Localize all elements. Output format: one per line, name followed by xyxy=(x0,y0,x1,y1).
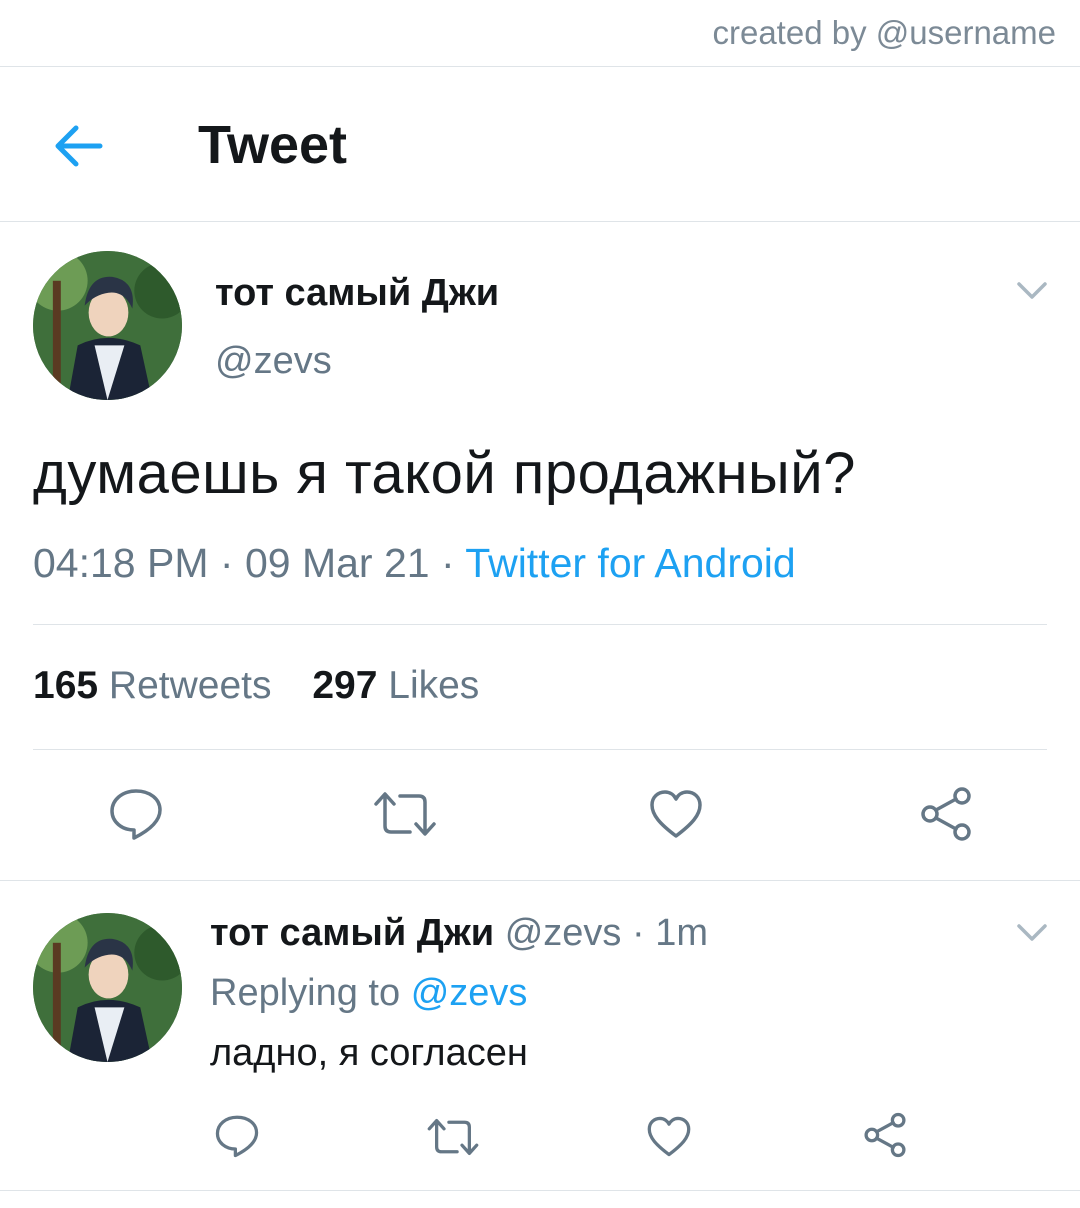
reply-retweet-button[interactable] xyxy=(426,1117,480,1157)
retweets-count: 165 xyxy=(33,664,99,707)
page-title: Tweet xyxy=(198,115,348,175)
reply-author-name[interactable]: тот самый Джи xyxy=(210,912,494,954)
retweet-icon xyxy=(427,1118,479,1155)
retweet-button[interactable] xyxy=(372,790,438,838)
replying-to-handle[interactable]: @zevs xyxy=(411,972,528,1014)
retweets-stat[interactable]: 165 Retweets xyxy=(33,664,302,707)
divider xyxy=(33,749,1047,750)
reply-author-handle[interactable]: @zevs xyxy=(505,912,622,954)
author-handle[interactable]: @zevs xyxy=(215,340,332,383)
replying-to: Replying to @zevs xyxy=(210,972,527,1015)
share-button[interactable] xyxy=(918,786,974,842)
likes-stat[interactable]: 297 Likes xyxy=(312,664,509,707)
chevron-down-icon xyxy=(1017,282,1047,299)
reply-button[interactable] xyxy=(108,787,164,841)
author-name[interactable]: тот самый Джи xyxy=(215,272,499,315)
retweets-label: Retweets xyxy=(108,664,272,707)
tweet-stats: 165 Retweets 297 Likes xyxy=(33,664,509,708)
reply-icon xyxy=(215,1115,259,1158)
tweet-date: 09 Mar 21 xyxy=(244,540,430,586)
reply-share-button[interactable] xyxy=(862,1112,908,1158)
tweet-source-link[interactable]: Twitter for Android xyxy=(465,540,795,586)
avatar-image xyxy=(33,913,182,1062)
reply-reply-button[interactable] xyxy=(214,1114,260,1158)
reply-menu-button[interactable] xyxy=(1016,922,1048,949)
like-button[interactable] xyxy=(648,788,704,840)
chevron-down-icon xyxy=(1017,924,1047,941)
avatar-image xyxy=(33,251,182,400)
tweet-text: думаешь я такой продажный? xyxy=(33,441,856,506)
divider xyxy=(33,624,1047,625)
avatar[interactable] xyxy=(33,913,182,1062)
retweet-icon xyxy=(374,792,436,836)
tweet-meta: 04:18 PM · 09 Mar 21 · Twitter for Andro… xyxy=(33,540,796,587)
like-icon xyxy=(647,1116,691,1157)
credit-text: created by @username xyxy=(712,14,1056,51)
meta-separator: · xyxy=(219,540,234,586)
likes-label: Likes xyxy=(388,664,480,707)
tweet-time: 04:18 PM xyxy=(33,540,209,586)
meta-separator: · xyxy=(440,540,455,586)
share-icon xyxy=(864,1112,906,1158)
replying-to-label: Replying to xyxy=(210,972,401,1014)
likes-count: 297 xyxy=(312,664,378,707)
reply-text: ладно, я согласен xyxy=(210,1032,528,1074)
share-icon xyxy=(921,787,971,841)
like-icon xyxy=(650,790,702,838)
back-button[interactable] xyxy=(50,120,106,172)
reply-header: тот самый Джи @zevs · 1m xyxy=(210,912,708,955)
tweet-menu-button[interactable] xyxy=(1016,280,1048,307)
divider xyxy=(0,880,1080,881)
reply-icon xyxy=(110,789,162,840)
avatar[interactable] xyxy=(33,251,182,400)
divider xyxy=(0,1190,1080,1191)
divider xyxy=(0,66,1080,67)
reply-like-button[interactable] xyxy=(646,1115,692,1158)
divider xyxy=(0,221,1080,222)
reply-age: · 1m xyxy=(631,912,708,954)
arrow-left-icon xyxy=(55,125,103,167)
